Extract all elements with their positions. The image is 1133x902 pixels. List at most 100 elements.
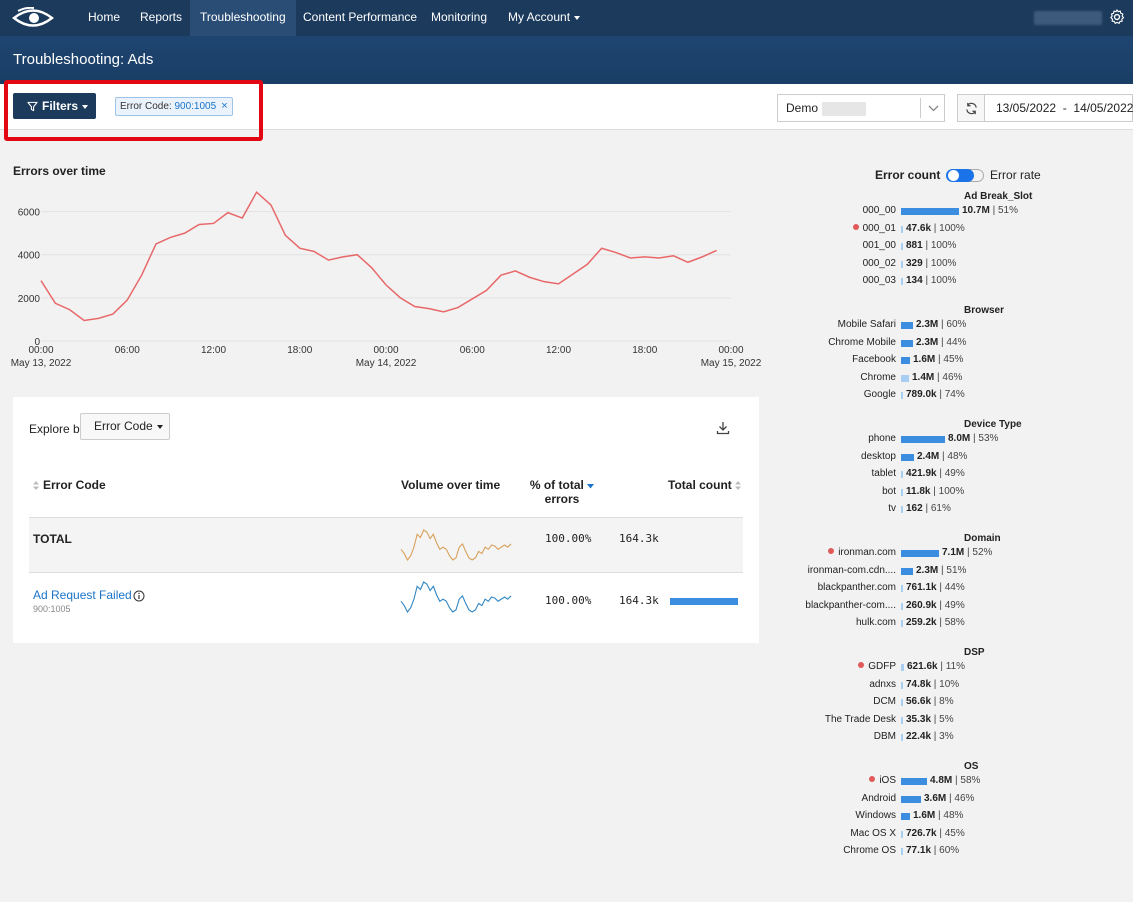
nav-monitoring[interactable]: Monitoring xyxy=(421,0,497,36)
breakdown-row[interactable]: ironman-com.cdn.... 2.3M | 51% xyxy=(780,565,1130,579)
user-name-redacted[interactable] xyxy=(1034,11,1102,25)
breakdown-row[interactable]: DBM 22.4k | 3% xyxy=(780,731,1130,745)
total-label: TOTAL xyxy=(33,532,72,546)
breakdown-row-label: tv xyxy=(888,503,896,514)
nav-home[interactable]: Home xyxy=(78,0,130,36)
breakdown-row[interactable]: DCM 56.6k | 8% xyxy=(780,696,1130,710)
breakdown-row-value: 761.1k | 44% xyxy=(906,582,965,593)
breakdown-row-label: Android xyxy=(861,792,896,804)
breakdown-row[interactable]: Windows 1.6M | 48% xyxy=(780,810,1130,824)
breakdown-row-value: 47.6k | 100% xyxy=(906,222,965,234)
x-tick-label: 06:00 xyxy=(460,345,485,356)
breakdown-row-label: phone xyxy=(868,433,896,444)
error-name-link[interactable]: Ad Request Failed xyxy=(33,588,132,602)
breakdown-row[interactable]: Mac OS X 726.7k | 45% xyxy=(780,828,1130,842)
nav-reports[interactable]: Reports xyxy=(130,0,192,36)
nav-my-account-label: My Account xyxy=(508,10,571,24)
sort-icon xyxy=(33,481,39,491)
breakdown-row-label: Chrome Mobile xyxy=(828,336,896,348)
breakdown-row-value: 260.9k | 49% xyxy=(906,599,965,611)
info-icon[interactable] xyxy=(133,590,145,602)
breakdown-row-label: desktop xyxy=(860,450,896,462)
breakdown-row[interactable]: Chrome 1.4M | 46% xyxy=(780,372,1130,386)
breakdown-row-value: 74.8k | 10% xyxy=(906,678,960,690)
download-icon[interactable] xyxy=(716,421,730,435)
refresh-button[interactable] xyxy=(957,94,985,122)
breakdown-row-label: 000_02 xyxy=(862,257,896,269)
breakdown-row[interactable]: The Trade Desk 35.3k | 5% xyxy=(780,714,1130,728)
column-header-error-code[interactable]: Error Code xyxy=(33,478,106,492)
explore-by-select[interactable]: Error Code xyxy=(80,413,170,440)
nav-content-performance[interactable]: Content Performance xyxy=(293,0,427,36)
table-row-total: TOTAL 100.00% 164.3k xyxy=(29,517,743,573)
nav-my-account[interactable]: My Account xyxy=(498,0,590,36)
breakdown-row-value: 162 | 61% xyxy=(906,503,951,514)
breakdown-bar xyxy=(901,664,904,671)
breakdown-row[interactable]: Facebook 1.6M | 45% xyxy=(780,354,1130,368)
breakdown-row[interactable]: 000_02 329 | 100% xyxy=(780,258,1130,272)
breakdown-row[interactable]: hulk.com 259.2k | 58% xyxy=(780,617,1130,631)
eye-logo-icon[interactable] xyxy=(12,7,54,29)
gear-icon[interactable] xyxy=(1108,8,1126,26)
breakdown-row[interactable]: bot 11.8k | 100% xyxy=(780,486,1130,500)
breakdown-bar xyxy=(901,488,903,496)
breakdown-row-value: 2.3M | 44% xyxy=(916,336,967,348)
table-row: Ad Request Failed 900:1005 100.00% 164.3… xyxy=(29,574,743,630)
breakdown-row-value: 56.6k | 8% xyxy=(906,696,954,707)
date-range-picker[interactable]: 13/05/2022 - 14/05/2022 xyxy=(984,94,1133,122)
account-select[interactable]: Demo xyxy=(777,94,945,122)
breakdown-row[interactable]: ironman.com 7.1M | 52% xyxy=(780,547,1130,561)
breakdown-row[interactable]: Mobile Safari 2.3M | 60% xyxy=(780,319,1130,333)
breakdown-row-value: 2.4M | 48% xyxy=(917,450,968,462)
breakdown-row[interactable]: Chrome OS 77.1k | 60% xyxy=(780,845,1130,859)
toggle-right-label: Error rate xyxy=(990,168,1041,182)
breakdown-row[interactable]: Android 3.6M | 46% xyxy=(780,793,1130,807)
breakdown-row[interactable]: blackpanther.com 761.1k | 44% xyxy=(780,582,1130,596)
chevron-down-icon xyxy=(574,15,581,20)
breakdown-row-label: hulk.com xyxy=(855,617,896,628)
breakdown-row[interactable]: 000_00 10.7M | 51% xyxy=(780,205,1130,219)
column-header-total-count[interactable]: Total count xyxy=(668,478,745,492)
column-header-pct-total[interactable]: % of total errors xyxy=(529,478,595,506)
breakdown-row-value: 1.6M | 45% xyxy=(913,354,964,365)
breakdown-row[interactable]: 001_00 881 | 100% xyxy=(780,240,1130,254)
sparkline-path xyxy=(400,529,512,562)
nav-troubleshooting[interactable]: Troubleshooting xyxy=(190,0,296,36)
breakdown-row-label: 000_03 xyxy=(862,275,896,286)
breakdown-row[interactable]: Chrome Mobile 2.3M | 44% xyxy=(780,337,1130,351)
x-tick-label: 00:00 xyxy=(373,345,398,356)
breakdown-row[interactable]: 000_01 47.6k | 100% xyxy=(780,223,1130,237)
breakdown-row-label: 000_00 xyxy=(862,205,896,216)
breakdown-row-label: ironman.com xyxy=(828,547,896,558)
breakdown-row-value: 1.6M | 48% xyxy=(913,810,964,821)
breakdown-row-value: 329 | 100% xyxy=(906,257,957,269)
breakdown-bar xyxy=(901,681,903,689)
breakdown-row[interactable]: adnxs 74.8k | 10% xyxy=(780,679,1130,693)
breakdown-row-label: The Trade Desk xyxy=(824,713,896,725)
breakdown-row-label: Chrome OS xyxy=(843,845,896,856)
breakdown-row[interactable]: iOS 4.8M | 58% xyxy=(780,775,1130,789)
breakdown-row[interactable]: phone 8.0M | 53% xyxy=(780,433,1130,447)
error-sparkline xyxy=(400,581,512,614)
breakdown-row[interactable]: Google 789.0k | 74% xyxy=(780,389,1130,403)
breakdown-group-title: Ad Break_Slot xyxy=(964,191,1033,202)
sparkline-path xyxy=(400,581,512,614)
metric-toggle[interactable]: Error count Error rate xyxy=(875,168,1041,183)
breakdown-bar xyxy=(901,795,921,803)
breakdown-row-label: Chrome xyxy=(860,371,896,383)
breakdown-row-label: ironman-com.cdn.... xyxy=(807,564,896,576)
breakdown-bar xyxy=(901,567,913,575)
breakdown-row-label: DBM xyxy=(873,731,896,742)
breakdown-row[interactable]: tablet 421.9k | 49% xyxy=(780,468,1130,482)
toggle-switch[interactable] xyxy=(945,169,974,183)
breakdown-row[interactable]: GDFP 621.6k | 11% xyxy=(780,661,1130,675)
breakdown-row[interactable]: blackpanther-com.... 260.9k | 49% xyxy=(780,600,1130,614)
breakdown-row[interactable]: 000_03 134 | 100% xyxy=(780,275,1130,289)
breakdown-bar xyxy=(901,848,903,855)
breakdown-row[interactable]: desktop 2.4M | 48% xyxy=(780,451,1130,465)
breakdown-row[interactable]: tv 162 | 61% xyxy=(780,503,1130,517)
breakdown-row-value: 134 | 100% xyxy=(906,275,957,286)
y-tick-label: 2000 xyxy=(18,294,41,305)
breakdown-bar xyxy=(901,260,903,268)
breakdown-row-value: 2.3M | 60% xyxy=(916,319,967,330)
